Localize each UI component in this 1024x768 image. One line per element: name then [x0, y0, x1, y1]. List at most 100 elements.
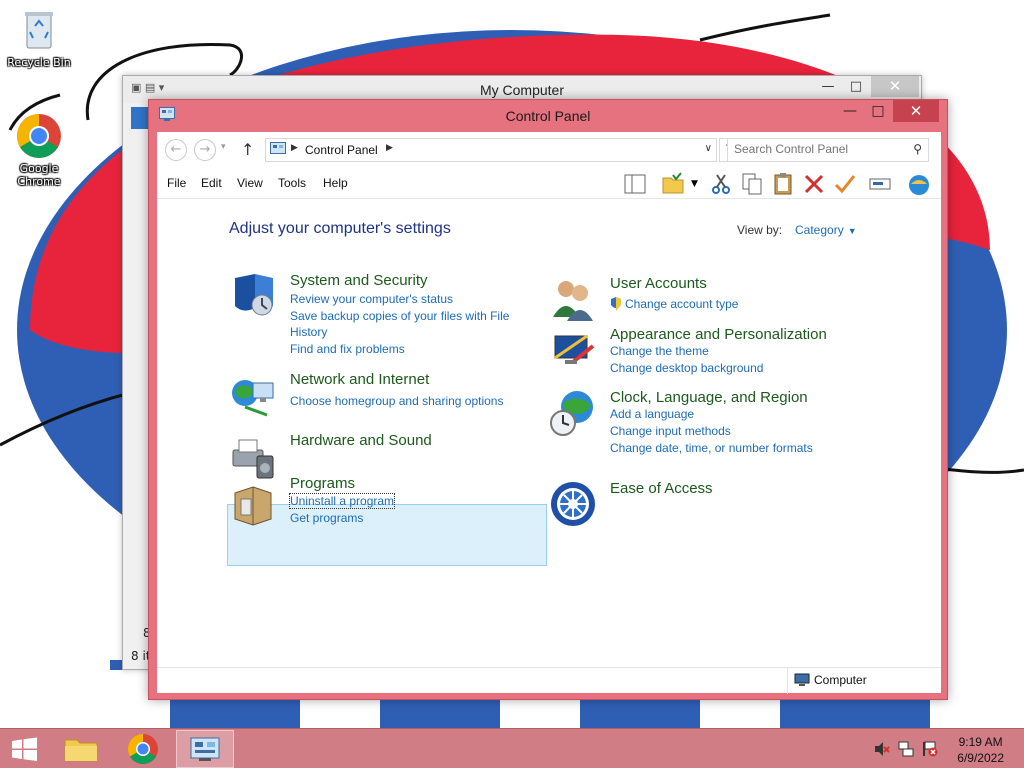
- folder-options-dropdown[interactable]: ▼: [691, 179, 698, 189]
- search-icon[interactable]: ⚲: [913, 142, 922, 156]
- rename-icon[interactable]: [868, 172, 892, 196]
- close-button[interactable]: ✕: [893, 100, 939, 122]
- clock-time: 9:19 AM: [958, 735, 1003, 749]
- category-clock-language-region: Clock, Language, and Region Add a langua…: [549, 389, 889, 459]
- category-title[interactable]: System and Security: [290, 272, 428, 289]
- control-panel-window[interactable]: Control Panel — □ ✕ ← → ▾ ↑ ▶ Control Pa…: [148, 99, 948, 700]
- view-by-dropdown[interactable]: Category ▼: [795, 223, 857, 237]
- view-by-value: Category: [795, 223, 844, 237]
- recent-locations-dropdown[interactable]: ▾: [221, 142, 226, 152]
- menu-file[interactable]: File: [167, 176, 186, 190]
- folder-options-icon[interactable]: [661, 172, 685, 196]
- delete-icon[interactable]: [802, 172, 826, 196]
- desktop-icon-chrome[interactable]: Google Chrome: [4, 112, 74, 188]
- menu-help[interactable]: Help: [323, 176, 348, 190]
- category-user-accounts: User Accounts Change account type: [549, 275, 869, 325]
- start-button[interactable]: [0, 730, 50, 768]
- category-title[interactable]: Appearance and Personalization: [610, 326, 827, 343]
- chevron-down-icon[interactable]: ∨: [705, 143, 712, 154]
- menu-view[interactable]: View: [237, 176, 263, 190]
- window-client-area: ← → ▾ ↑ ▶ Control Panel ▶ ∨ ↻ ⚲ File Edi…: [157, 132, 941, 694]
- link-change-date-time-formats[interactable]: Change date, time, or number formats: [610, 441, 813, 455]
- menu-edit[interactable]: Edit: [201, 176, 222, 190]
- category-hardware-and-sound: Hardware and Sound: [229, 432, 529, 480]
- layout-pane-icon[interactable]: [623, 172, 647, 196]
- network-globe-icon: [232, 380, 274, 417]
- link-get-programs[interactable]: Get programs: [290, 511, 363, 525]
- link-add-language[interactable]: Add a language: [610, 407, 694, 421]
- category-title[interactable]: Network and Internet: [290, 371, 429, 388]
- printer-speaker-icon: [232, 439, 274, 479]
- control-panel-icon: [270, 142, 286, 154]
- uac-shield-icon: [610, 297, 622, 311]
- search-input[interactable]: [734, 142, 899, 156]
- menu-tools[interactable]: Tools: [278, 176, 306, 190]
- minimize-button[interactable]: —: [815, 76, 841, 97]
- control-panel-icon: [190, 737, 220, 761]
- category-title[interactable]: Programs: [290, 475, 355, 492]
- taskbar-file-explorer[interactable]: [52, 730, 110, 768]
- breadcrumb-control-panel[interactable]: Control Panel: [305, 143, 378, 157]
- category-title[interactable]: User Accounts: [610, 275, 707, 292]
- cut-icon[interactable]: [709, 172, 733, 196]
- status-divider: [787, 668, 788, 694]
- clock-globe-icon: [550, 391, 593, 436]
- title-bar[interactable]: Control Panel — □ ✕: [149, 100, 947, 132]
- clock-date: 6/9/2022: [957, 751, 1004, 765]
- appearance-monitor-icon: [554, 334, 595, 364]
- recycle-bin-icon: [15, 6, 63, 54]
- minimize-button[interactable]: —: [837, 100, 863, 122]
- link-save-backup[interactable]: Save backup copies of your files with Fi…: [290, 309, 509, 323]
- action-center-icon[interactable]: [922, 741, 938, 757]
- link-change-input-methods[interactable]: Change input methods: [610, 424, 731, 438]
- shield-icon: [235, 274, 273, 316]
- navigation-bar: ← → ▾ ↑ ▶ Control Panel ▶ ∨ ↻ ⚲: [157, 132, 941, 168]
- maximize-button[interactable]: □: [843, 76, 869, 97]
- back-button[interactable]: ←: [165, 139, 187, 161]
- link-uninstall-program[interactable]: Uninstall a program: [288, 493, 396, 509]
- link-change-theme[interactable]: Change the theme: [610, 344, 709, 358]
- paste-icon[interactable]: [771, 172, 795, 196]
- menu-bar: File Edit View Tools Help ▼: [157, 169, 941, 199]
- chrome-icon: [15, 112, 63, 160]
- volume-muted-icon[interactable]: [874, 741, 890, 757]
- link-review-status[interactable]: Review your computer's status: [290, 292, 453, 306]
- link-find-fix-problems[interactable]: Find and fix problems: [290, 342, 405, 356]
- address-bar[interactable]: ▶ Control Panel ▶ ∨: [265, 138, 717, 162]
- window-title: My Computer: [479, 82, 565, 98]
- folder-icon: [64, 739, 98, 762]
- category-programs: Programs Uninstall a program Get program…: [229, 475, 529, 535]
- category-ease-of-access: Ease of Access: [549, 480, 869, 530]
- link-change-account-type[interactable]: Change account type: [625, 297, 738, 311]
- maximize-button[interactable]: □: [865, 100, 891, 122]
- copy-icon[interactable]: [740, 172, 764, 196]
- breadcrumb-chevron-icon[interactable]: ▶: [386, 143, 393, 153]
- taskbar-chrome[interactable]: [114, 730, 172, 768]
- category-title[interactable]: Hardware and Sound: [290, 432, 432, 449]
- network-icon[interactable]: [898, 741, 914, 757]
- forward-button[interactable]: →: [194, 139, 216, 161]
- close-button[interactable]: ✕: [871, 76, 919, 97]
- taskbar-clock[interactable]: 9:19 AM 6/9/2022: [957, 734, 1004, 766]
- link-homegroup-sharing[interactable]: Choose homegroup and sharing options: [290, 394, 503, 408]
- taskbar-control-panel[interactable]: [176, 730, 234, 768]
- category-title[interactable]: Clock, Language, and Region: [610, 389, 808, 406]
- breadcrumb-chevron-icon[interactable]: ▶: [291, 143, 298, 153]
- search-box[interactable]: ⚲: [727, 138, 929, 162]
- desktop-icon-recycle-bin[interactable]: Recycle Bin: [4, 6, 74, 69]
- category-system-and-security: System and Security Review your computer…: [229, 272, 529, 372]
- chevron-down-icon: ▼: [847, 226, 857, 236]
- status-bar: Computer: [157, 667, 941, 694]
- category-title[interactable]: Ease of Access: [610, 480, 713, 497]
- status-location: Computer: [814, 673, 867, 687]
- link-file-history[interactable]: History: [290, 325, 327, 339]
- page-title: Adjust your computer's settings: [229, 220, 451, 237]
- desktop-icon-label: Google Chrome: [17, 162, 61, 188]
- globe-shell-icon[interactable]: [907, 172, 931, 196]
- view-by-label: View by:: [737, 223, 783, 237]
- computer-icon: [794, 673, 810, 686]
- link-change-desktop-background[interactable]: Change desktop background: [610, 361, 763, 375]
- properties-check-icon[interactable]: [833, 172, 857, 196]
- up-arrow-icon[interactable]: ↑: [241, 140, 254, 159]
- desktop-icon-label: Recycle Bin: [7, 56, 71, 69]
